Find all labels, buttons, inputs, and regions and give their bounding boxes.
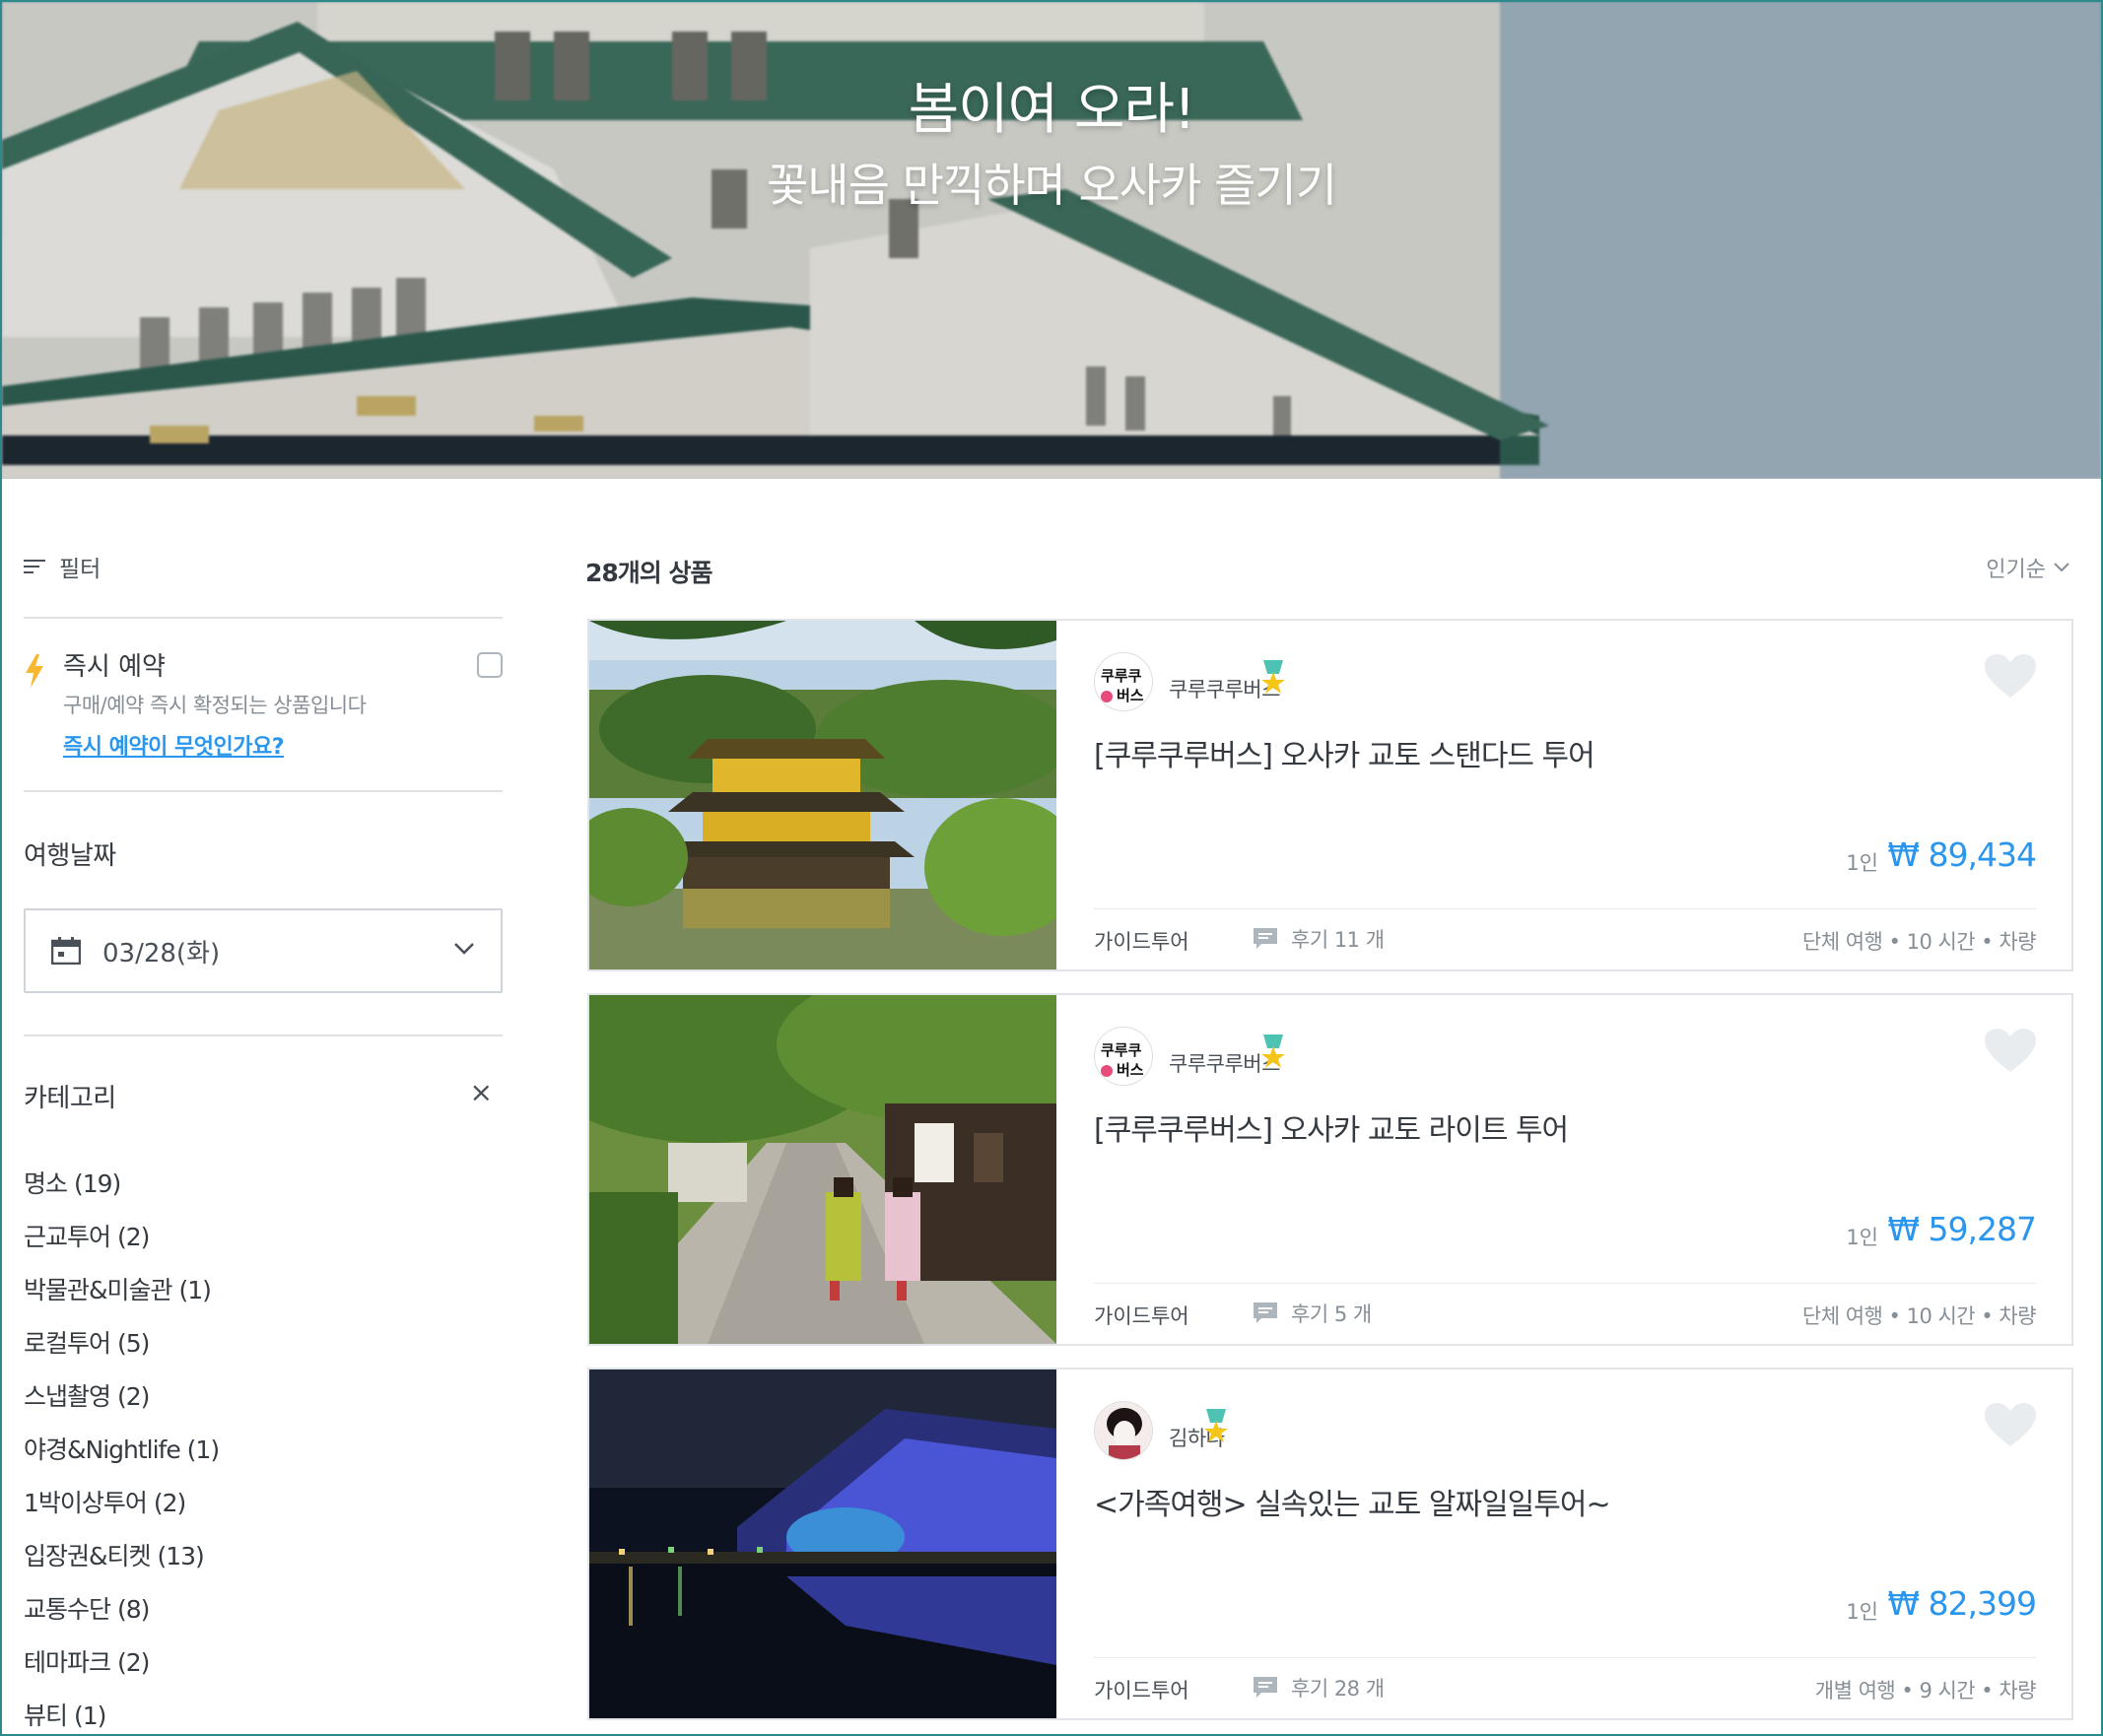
category-label: 카테고리 (24, 1084, 116, 1113)
product-price: ₩ 89,434 (1887, 835, 2037, 874)
calendar-icon (51, 937, 81, 965)
review-count: 후기 28 개 (1254, 1673, 1385, 1703)
instant-booking-help-link[interactable]: 즉시 예약이 무엇인가요? (63, 729, 284, 761)
travel-date-label: 여행날짜 (24, 841, 116, 871)
divider (1094, 1657, 2036, 1658)
category-item[interactable]: 근교투어 (2) (24, 1218, 219, 1271)
review-count: 후기 11 개 (1254, 924, 1385, 954)
category-item[interactable]: 교통수단 (8) (24, 1590, 219, 1643)
product-type: 가이드투어 (1094, 930, 1189, 954)
product-price: ₩ 82,399 (1887, 1584, 2037, 1623)
product-type: 가이드투어 (1094, 1304, 1189, 1328)
category-item[interactable]: 테마파크 (2) (24, 1643, 219, 1697)
sort-dropdown[interactable]: 인기순 (1986, 552, 2069, 583)
review-count: 후기 5 개 (1254, 1299, 1372, 1328)
product-info: 쿠루쿠 버스 쿠루쿠루버스 [쿠루쿠루버스] 오사카 교토 라이트 투어 1인 … (1056, 995, 2071, 1344)
instant-booking-description: 구매/예약 즉시 확정되는 상품입니다 (63, 694, 367, 717)
product-meta: 단체 여행 • 10 시간 • 차량 (1801, 1304, 2037, 1328)
sort-label: 인기순 (1986, 558, 2046, 582)
instant-booking-title: 즉시 예약 (63, 652, 166, 682)
product-info: 김하나 <가족여행> 실속있는 교토 알짜일일투어~ 1인 ₩ 82,399 가… (1056, 1369, 2071, 1718)
category-item[interactable]: 입장권&티켓 (13) (24, 1537, 219, 1590)
category-close-icon[interactable]: × (470, 1076, 493, 1108)
filter-label: 필터 (59, 557, 102, 582)
divider (1094, 908, 2036, 909)
host-avatar: 쿠루쿠 버스 (1094, 1027, 1153, 1086)
category-item[interactable]: 로컬투어 (5) (24, 1324, 219, 1377)
instant-booking-checkbox[interactable] (477, 652, 503, 678)
host-avatar: 쿠루쿠 버스 (1094, 652, 1153, 711)
review-count-label: 후기 5 개 (1291, 1302, 1372, 1326)
category-item[interactable]: 뷰티 (1) (24, 1697, 219, 1736)
product-price: ₩ 59,287 (1887, 1210, 2037, 1248)
product-thumbnail-kyoto-street[interactable] (589, 995, 1056, 1344)
hero-subtitle: 꽃내음 만끽하며 오사카 즐기기 (766, 159, 1337, 212)
svg-text:쿠루쿠: 쿠루쿠 (1101, 1041, 1142, 1059)
product-count: 28개의 상품 (585, 559, 712, 587)
heart-wishlist-icon[interactable] (1985, 1029, 2036, 1074)
comment-icon (1254, 928, 1277, 949)
divider (24, 790, 503, 792)
hero-banner: 봄이여 오라! 꽃내음 만끽하며 오사카 즐기기 (2, 2, 2101, 479)
heart-wishlist-icon[interactable] (1985, 1403, 2036, 1448)
divider (1094, 1283, 2036, 1284)
product-title[interactable]: [쿠루쿠루버스] 오사카 교토 스탠다드 투어 (1094, 731, 1595, 774)
product-info: 쿠루쿠 버스 쿠루쿠루버스 [쿠루쿠루버스] 오사카 교토 스탠다드 투어 1인… (1056, 621, 2071, 969)
price-unit: 1인 (1846, 1226, 1878, 1249)
review-count-label: 후기 11 개 (1291, 928, 1385, 952)
product-card[interactable]: 쿠루쿠 버스 쿠루쿠루버스 [쿠루쿠루버스] 오사카 교토 스탠다드 투어 1인… (587, 619, 2073, 971)
product-meta: 개별 여행 • 9 시간 • 차량 (1814, 1679, 2037, 1703)
review-count-label: 후기 28 개 (1291, 1677, 1385, 1701)
category-item[interactable]: 1박이상투어 (2) (24, 1484, 219, 1537)
category-item[interactable]: 명소 (19) (24, 1165, 219, 1218)
host-avatar (1094, 1401, 1153, 1460)
price-unit: 1인 (1846, 851, 1878, 875)
product-meta: 단체 여행 • 10 시간 • 차량 (1801, 930, 2037, 954)
filter-header[interactable]: 필터 (24, 550, 101, 583)
comment-icon (1254, 1677, 1277, 1698)
host-badge-icon (1261, 660, 1285, 694)
comment-icon (1254, 1302, 1277, 1323)
lightning-bolt-icon (26, 654, 43, 688)
host-badge-icon (1204, 1409, 1228, 1442)
product-type: 가이드투어 (1094, 1679, 1189, 1703)
product-title[interactable]: <가족여행> 실속있는 교토 알짜일일투어~ (1094, 1480, 1611, 1523)
filter-lines-icon (24, 560, 45, 573)
product-card[interactable]: 김하나 <가족여행> 실속있는 교토 알짜일일투어~ 1인 ₩ 82,399 가… (587, 1368, 2073, 1720)
category-list: 명소 (19) 근교투어 (2) 박물관&미술관 (1) 로컬투어 (5) 스냅… (24, 1165, 220, 1736)
host-badge-icon (1261, 1035, 1285, 1068)
chevron-down-icon (2054, 563, 2069, 572)
svg-text:쿠루쿠: 쿠루쿠 (1101, 667, 1142, 685)
product-card[interactable]: 쿠루쿠 버스 쿠루쿠루버스 [쿠루쿠루버스] 오사카 교토 라이트 투어 1인 … (587, 993, 2073, 1346)
category-item[interactable]: 박물관&미술관 (1) (24, 1271, 219, 1324)
category-item[interactable]: 스냅촬영 (2) (24, 1377, 219, 1431)
category-header: 카테고리 × (24, 1076, 503, 1114)
svg-text:버스: 버스 (1117, 1061, 1144, 1079)
heart-wishlist-icon[interactable] (1985, 654, 2036, 700)
svg-text:버스: 버스 (1117, 687, 1144, 704)
hero-title: 봄이여 오라! (908, 78, 1196, 142)
product-title[interactable]: [쿠루쿠루버스] 오사카 교토 라이트 투어 (1094, 1105, 1569, 1149)
chevron-down-icon (454, 943, 474, 955)
product-thumbnail-arashiyama-night[interactable] (589, 1369, 1056, 1718)
price-unit: 1인 (1846, 1600, 1878, 1624)
divider (24, 617, 503, 619)
product-thumbnail-golden-pavilion[interactable] (589, 621, 1056, 969)
travel-date-value: 03/28(화) (102, 938, 221, 968)
category-item[interactable]: 야경&Nightlife (1) (24, 1431, 220, 1484)
divider (24, 1035, 503, 1036)
travel-date-picker[interactable]: 03/28(화) (24, 908, 503, 993)
